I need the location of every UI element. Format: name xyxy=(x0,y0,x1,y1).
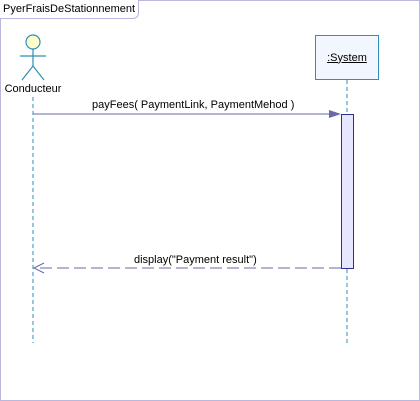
actor-stick-figure-icon xyxy=(20,34,46,81)
message-paymentfees-arrowhead-icon xyxy=(329,110,341,118)
message-paymentfees-label: payFees( PaymentLink, PaymentMehod ) xyxy=(92,99,295,111)
system-lifeline-head: :System xyxy=(315,35,379,80)
actor-name-label: Conducteur xyxy=(4,83,62,95)
message-display-label: display("Payment result") xyxy=(134,254,257,266)
actor-head xyxy=(25,34,41,50)
system-name-label: :System xyxy=(327,51,367,64)
actor-left-leg xyxy=(21,65,34,81)
actor-right-leg xyxy=(32,65,45,81)
diagram-frame-title: PyerFraisDeStationnement xyxy=(0,0,140,19)
system-activation-bar xyxy=(341,114,354,269)
